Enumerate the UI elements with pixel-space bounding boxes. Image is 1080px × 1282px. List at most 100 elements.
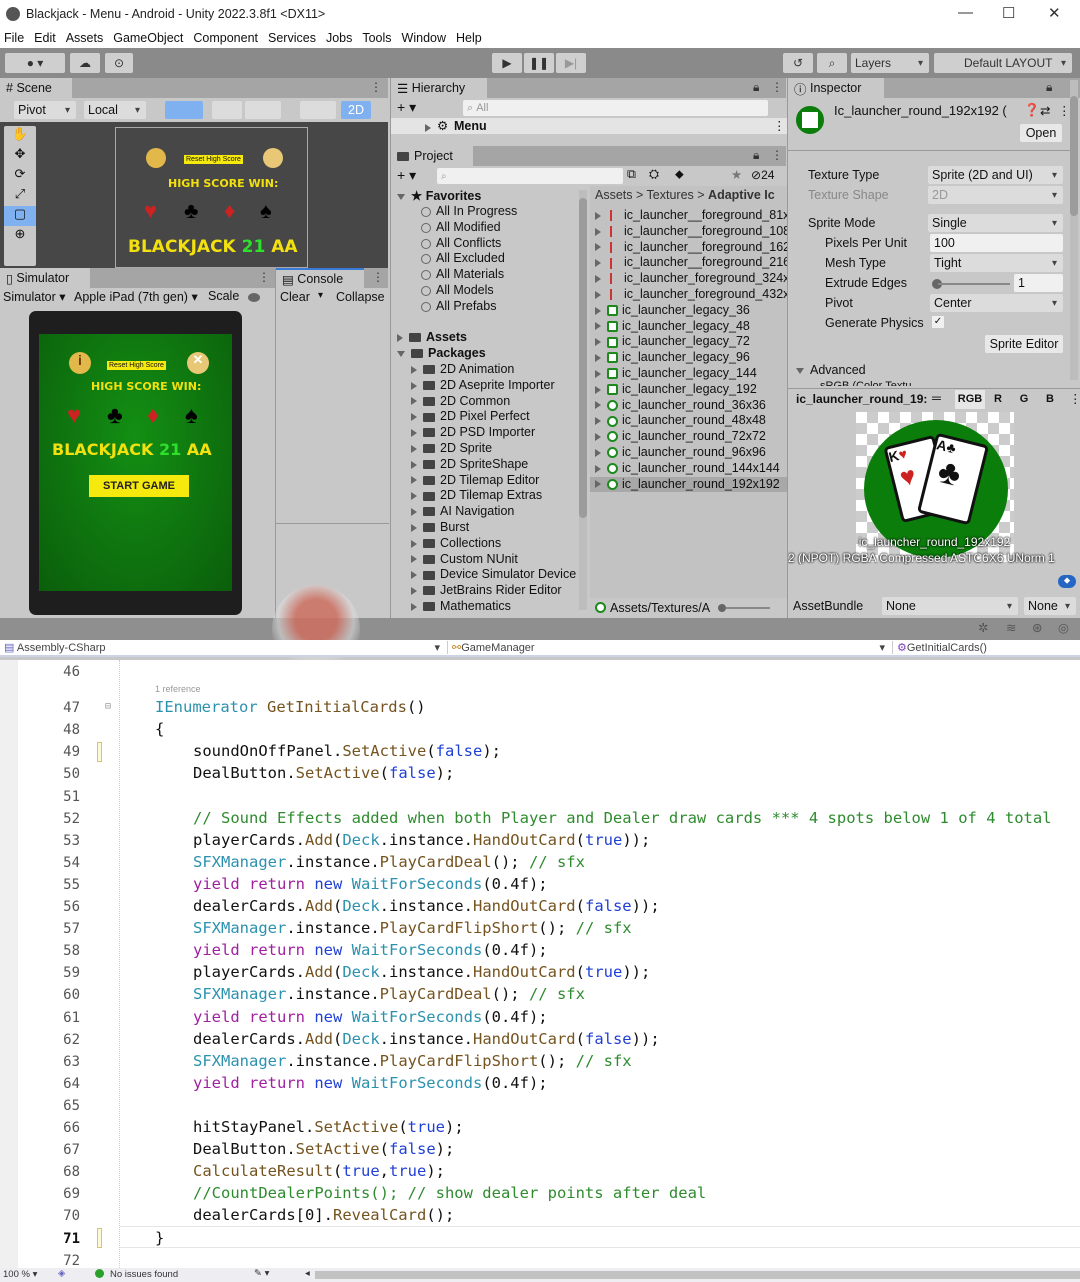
pivot-dropdown[interactable]: Center	[930, 294, 1063, 312]
code-line[interactable]: hitStayPanel.SetActive(true);	[193, 1118, 464, 1136]
gizmo-dropdown[interactable]	[245, 101, 281, 119]
tag-icon[interactable]: ⬥	[675, 167, 684, 182]
game-screen[interactable]: i Reset High Score ✕ HIGH SCORE WIN: ♥ ♣…	[39, 334, 232, 591]
help-icon[interactable]: ❓	[1024, 103, 1040, 118]
horizontal-scrollbar[interactable]	[315, 1271, 1080, 1279]
maximize-button[interactable]: ☐	[1002, 4, 1015, 22]
asset-file-row[interactable]: ic_launcher_legacy_144	[590, 366, 787, 381]
expand-icon[interactable]	[595, 274, 601, 283]
expand-icon[interactable]	[411, 397, 417, 406]
code-line[interactable]: playerCards.Add(Deck.instance.HandOutCar…	[193, 963, 650, 981]
pause-button[interactable]: ❚❚	[524, 53, 554, 73]
code-line[interactable]: // Sound Effects added when both Player …	[193, 809, 1052, 827]
debug-icon[interactable]: ✲	[978, 620, 988, 635]
code-line[interactable]: dealerCards.Add(Deck.instance.HandOutCar…	[193, 897, 660, 915]
package-folder[interactable]: Custom NUnit	[411, 552, 518, 566]
console-menu-icon[interactable]: ⋮	[372, 270, 384, 284]
menu-help[interactable]: Help	[456, 31, 482, 45]
scene-viewport[interactable]: ✋ ✥ ⟳ ⤢ ▢ ⊕ Reset High Score HIGH SCORE …	[0, 122, 388, 268]
expand-icon[interactable]	[411, 555, 417, 564]
menu-tools[interactable]: Tools	[362, 31, 391, 45]
cloud-button[interactable]: ☁	[70, 53, 100, 73]
favorite-item[interactable]: All Conflicts	[421, 236, 501, 250]
tree-packages[interactable]: Packages	[397, 346, 486, 360]
asset-menu-icon[interactable]: ⋮	[1058, 103, 1071, 118]
expand-icon[interactable]	[595, 290, 601, 299]
asset-file-row[interactable]: ic_launcher_round_72x72	[590, 429, 787, 444]
project-dropdown[interactable]: ▤ Assembly-CSharp ▾	[4, 641, 440, 654]
asset-file-row[interactable]: ic_launcher_legacy_48	[590, 319, 787, 334]
expand-icon[interactable]	[595, 322, 601, 331]
favorite-item[interactable]: All Materials	[421, 267, 504, 281]
menu-jobs[interactable]: Jobs	[326, 31, 352, 45]
account-dropdown[interactable]: ● ▾	[5, 53, 65, 73]
expand-icon[interactable]	[411, 413, 417, 422]
lock-icon[interactable]: 🔒︎	[753, 80, 759, 95]
code-line[interactable]: //CountDealerPoints(); // show dealer po…	[193, 1184, 706, 1202]
package-folder[interactable]: Device Simulator Device	[411, 567, 576, 581]
expand-icon[interactable]	[411, 523, 417, 532]
asset-file-row[interactable]: ic_launcher_round_144x144	[590, 461, 787, 476]
tree-favorites[interactable]: ★ Favorites	[397, 188, 481, 203]
code-line[interactable]: SFXManager.instance.PlayCardDeal(); // s…	[193, 985, 585, 1003]
tab-project[interactable]: Project	[391, 146, 473, 166]
copilot-icon[interactable]: ◈	[58, 1268, 65, 1279]
code-line[interactable]: yield return new WaitForSeconds(0.4f);	[193, 1074, 548, 1092]
favorite-item[interactable]: All Models	[421, 283, 494, 297]
channel-rgb[interactable]: RGB	[955, 390, 985, 409]
expand-icon[interactable]	[595, 432, 601, 441]
asset-file-row[interactable]: ic_launcher_round_36x36	[590, 398, 787, 413]
code-line[interactable]: dealerCards[0].RevealCard();	[193, 1206, 454, 1224]
tab-simulator[interactable]: ▯ Simulator	[0, 268, 90, 288]
code-line[interactable]: IEnumerator GetInitialCards()	[155, 698, 426, 716]
favorite-item[interactable]: All Prefabs	[421, 299, 496, 313]
channel-b[interactable]: B	[1040, 390, 1060, 409]
tree-scrollbar[interactable]	[579, 190, 587, 610]
asset-file-row[interactable]: ic_launcher_legacy_96	[590, 350, 787, 365]
start-game-button[interactable]: START GAME	[89, 475, 189, 497]
asset-file-row[interactable]: ic_launcher_legacy_36	[590, 303, 787, 318]
undo-history-button[interactable]: ↺	[783, 53, 813, 73]
asset-file-row[interactable]: ic_launcher_round_48x48	[590, 413, 787, 428]
check-circle-icon[interactable]: ◎	[1058, 620, 1069, 635]
expand-icon[interactable]	[595, 227, 601, 236]
asset-file-row[interactable]: ic_launcher_legacy_192	[590, 382, 787, 397]
scene-menu-kebab[interactable]: ⋮	[773, 118, 786, 133]
hierarchy-row-menu[interactable]: ⚙ Menu ⋮	[391, 118, 787, 134]
info-button[interactable]: i	[69, 352, 91, 374]
assetbundle-dropdown[interactable]: None	[882, 597, 1018, 615]
lock-icon[interactable]: 🔒︎	[1046, 80, 1052, 95]
scroll-left-icon[interactable]: ◂	[305, 1268, 310, 1279]
local-dropdown[interactable]: Local	[84, 101, 146, 119]
assetbundle-variant-dropdown[interactable]: None	[1024, 597, 1076, 615]
move-tool-icon[interactable]: ✥	[4, 146, 36, 166]
expand-icon[interactable]	[411, 365, 417, 374]
rotate-tool-icon[interactable]: ⟳	[4, 166, 36, 186]
expand-icon[interactable]	[411, 460, 417, 469]
lock-icon[interactable]: 🔒︎	[753, 148, 759, 163]
simulator-menu-icon[interactable]: ⋮	[258, 270, 270, 284]
package-folder[interactable]: 2D Sprite	[411, 441, 492, 455]
inspector-scrollbar[interactable]	[1070, 80, 1078, 380]
expand-icon[interactable]	[595, 417, 601, 426]
code-line[interactable]: SFXManager.instance.PlayCardFlipShort();…	[193, 919, 632, 937]
code-cleanup-icon[interactable]: ✎ ▾	[254, 1268, 269, 1279]
package-folder[interactable]: 2D Aseprite Importer	[411, 378, 555, 392]
search-button[interactable]: ⌕	[817, 53, 847, 73]
close-button[interactable]: ✕	[187, 352, 209, 374]
preview-drag-handle[interactable]: ═	[932, 391, 941, 405]
code-line[interactable]: yield return new WaitForSeconds(0.4f);	[193, 941, 548, 959]
channel-g[interactable]: G	[1014, 390, 1034, 409]
advanced-foldout[interactable]: Advanced	[796, 363, 866, 377]
menu-file[interactable]: File	[4, 31, 24, 45]
stack-icon[interactable]: ≋	[1006, 620, 1016, 635]
menu-component[interactable]: Component	[193, 31, 258, 45]
asset-file-row[interactable]: ic_launcher_legacy_72	[590, 334, 787, 349]
tab-hierarchy[interactable]: ☰ Hierarchy	[391, 78, 487, 98]
search-by-type-icon[interactable]: ⧉	[627, 167, 636, 182]
clear-options-dropdown[interactable]: ▾	[318, 290, 323, 301]
simulator-mode-dropdown[interactable]: Simulator ▾	[3, 289, 66, 304]
preview-menu-icon[interactable]: ⋮	[1069, 391, 1080, 406]
code-editor[interactable]: 1 reference ⊟ 46 47 IEnumerator GetInitial…	[0, 660, 1080, 1269]
tab-inspector[interactable]: ⓘ Inspector	[788, 78, 884, 98]
